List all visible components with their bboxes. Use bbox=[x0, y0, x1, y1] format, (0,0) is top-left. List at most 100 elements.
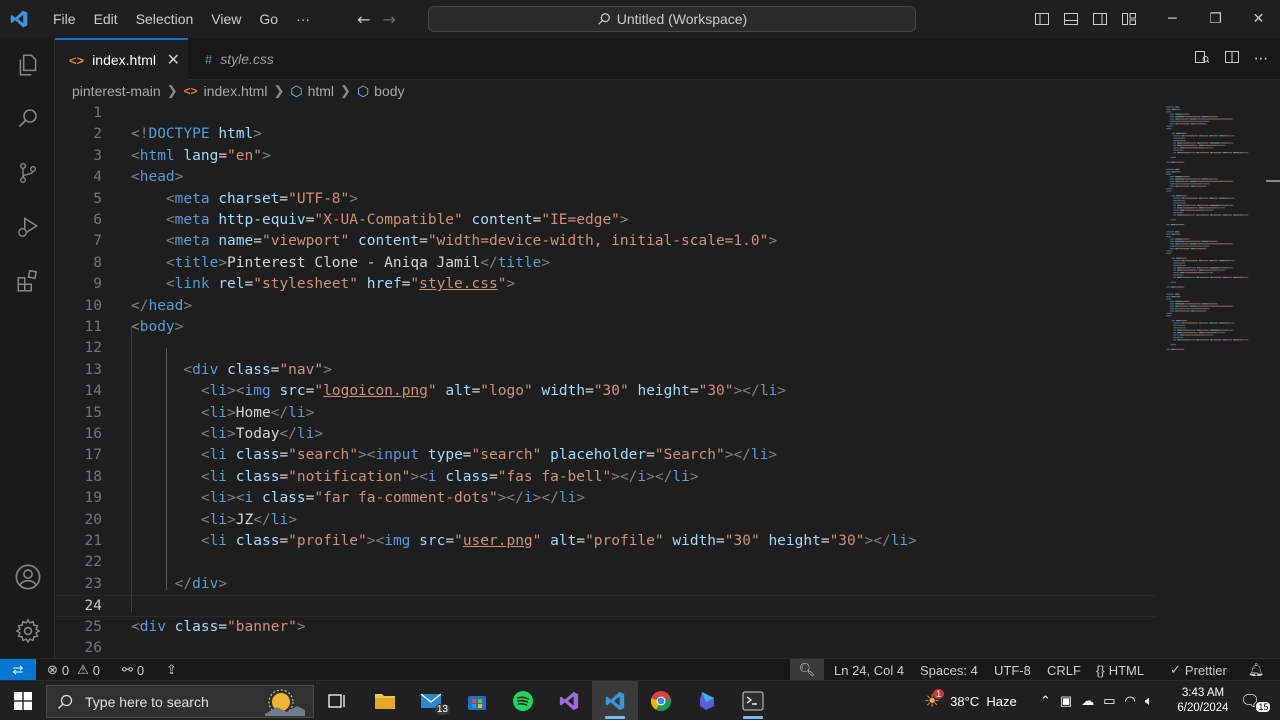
code-line[interactable]: 26 bbox=[55, 638, 1155, 658]
notification-center-icon[interactable]: 🗨︎ 15 bbox=[1240, 681, 1271, 720]
breadcrumb-file[interactable]: index.html bbox=[204, 83, 268, 99]
code-line[interactable]: 14 <li><img src="logoicon.png" alt="logo… bbox=[55, 381, 1155, 402]
code-line[interactable]: 1 bbox=[55, 103, 1155, 124]
code-line[interactable]: 11 <body> bbox=[55, 317, 1155, 338]
code-line[interactable]: 23 </div> bbox=[55, 574, 1155, 595]
start-button-icon[interactable] bbox=[0, 681, 46, 720]
zoom-icon[interactable]: 🔍︎ bbox=[790, 659, 824, 681]
code-line[interactable]: 18 <li class="notification"><i class="fa… bbox=[55, 467, 1155, 488]
volume-icon[interactable]: 🔈︎ bbox=[1145, 693, 1153, 709]
notifications-bell-icon[interactable]: 🔔︎ bbox=[1248, 659, 1265, 681]
minimap-token bbox=[1170, 120, 1176, 122]
menu-view[interactable]: View bbox=[202, 0, 250, 38]
minimap-token bbox=[1176, 245, 1203, 247]
code-line[interactable]: 7 <meta name="viewport" content="width=d… bbox=[55, 231, 1155, 252]
visual-studio-icon[interactable] bbox=[546, 681, 592, 720]
search-icon[interactable] bbox=[0, 96, 55, 142]
code-editor[interactable]: 1 2 <!DOCTYPE html> 3 <html lang="en"> 4 <head… bbox=[55, 102, 1280, 658]
code-line[interactable]: 10 </head> bbox=[55, 296, 1155, 317]
code-line[interactable]: 19 <li><i class="far fa-comment-dots"></… bbox=[55, 488, 1155, 509]
forward-arrow-icon[interactable]: → bbox=[382, 10, 395, 29]
menu-file[interactable]: File bbox=[44, 0, 85, 38]
maximize-icon[interactable]: ❐ bbox=[1194, 0, 1237, 38]
clock[interactable]: 3:43 AM 6/20/2024 bbox=[1176, 681, 1230, 720]
scrollbar[interactable] bbox=[1266, 180, 1280, 182]
terminal-icon[interactable] bbox=[730, 681, 776, 720]
code-token: li bbox=[209, 426, 228, 442]
code-line[interactable]: 9 <link rel="stylesheet" href="style.css… bbox=[55, 274, 1155, 295]
indentation[interactable]: Spaces: 4 bbox=[920, 659, 978, 681]
toggle-primary-sidebar-icon[interactable] bbox=[1027, 0, 1056, 38]
split-editor-icon[interactable] bbox=[1224, 49, 1240, 69]
open-preview-icon[interactable] bbox=[1194, 49, 1210, 69]
code-line[interactable]: 6 <meta http-equiv="X-UA-Compatible" con… bbox=[55, 210, 1155, 231]
meet-now-icon[interactable]: ▣ bbox=[1060, 693, 1072, 709]
more-actions-icon[interactable]: ··· bbox=[1254, 50, 1268, 68]
prettier-status[interactable]: ✓ Prettier bbox=[1170, 659, 1227, 681]
copilot-icon[interactable] bbox=[684, 681, 730, 720]
minimap[interactable] bbox=[1162, 102, 1280, 658]
code-line[interactable]: 21 <li class="profile"><img src="user.pn… bbox=[55, 531, 1155, 552]
code-line[interactable]: 4 <head> bbox=[55, 167, 1155, 188]
code-line[interactable]: 5 <meta charset="UTF-8"> bbox=[55, 189, 1155, 210]
toggle-panel-icon[interactable] bbox=[1056, 0, 1085, 38]
onedrive-icon[interactable]: ☁︎ bbox=[1081, 693, 1094, 709]
breadcrumb-symbol-body[interactable]: body bbox=[374, 83, 404, 99]
code-line[interactable]: 12 bbox=[55, 338, 1155, 359]
extensions-icon[interactable] bbox=[0, 258, 55, 304]
menu-go[interactable]: Go bbox=[250, 0, 287, 38]
manage-gear-icon[interactable] bbox=[0, 608, 55, 654]
ports-indicator[interactable]: ⚯ 0 bbox=[122, 659, 144, 681]
menu-more[interactable]: ··· bbox=[287, 0, 319, 38]
task-view-icon[interactable] bbox=[314, 681, 360, 720]
file-explorer-icon[interactable] bbox=[362, 681, 408, 720]
toggle-secondary-sidebar-icon[interactable] bbox=[1085, 0, 1114, 38]
menu-selection[interactable]: Selection bbox=[127, 0, 203, 38]
code-line[interactable]: 2 <!DOCTYPE html> bbox=[55, 124, 1155, 145]
customize-layout-icon[interactable] bbox=[1114, 0, 1143, 38]
end-of-line[interactable]: CRLF bbox=[1047, 659, 1081, 681]
vscode-icon[interactable] bbox=[592, 681, 638, 720]
code-line[interactable]: 25 <div class="banner"> bbox=[55, 617, 1155, 638]
code-line[interactable]: 22 bbox=[55, 552, 1155, 573]
live-share-icon[interactable]: ⇪ bbox=[166, 659, 177, 681]
code-line[interactable]: 15 <li>Home</li> bbox=[55, 403, 1155, 424]
store-icon[interactable] bbox=[454, 681, 500, 720]
back-arrow-icon[interactable]: ← bbox=[357, 10, 370, 29]
code-token: = bbox=[471, 383, 481, 400]
code-line[interactable]: 16 <li>Today</li> bbox=[55, 424, 1155, 445]
breadcrumb-folder[interactable]: pinterest-main bbox=[72, 83, 161, 99]
menu-edit[interactable]: Edit bbox=[85, 0, 127, 38]
problems-indicator[interactable]: ⊗ 0 ⚠ 0 bbox=[47, 659, 100, 681]
explorer-icon[interactable] bbox=[0, 42, 55, 88]
wifi-icon[interactable]: ◠ bbox=[1125, 693, 1136, 709]
accounts-icon[interactable] bbox=[0, 554, 55, 600]
weather-widget[interactable]: ☀︎ 1 38°C Haze bbox=[924, 681, 1017, 720]
code-line[interactable]: 13 <div class="nav"> bbox=[55, 360, 1155, 381]
tab-style-css[interactable]: # style.css bbox=[189, 38, 324, 80]
breadcrumb-symbol-html[interactable]: html bbox=[308, 83, 334, 99]
taskbar-search-input[interactable]: Type here to search bbox=[46, 685, 314, 718]
code-line[interactable]: 3 <html lang="en"> bbox=[55, 146, 1155, 167]
code-line[interactable]: 17 <li class="search"><input type="searc… bbox=[55, 445, 1155, 466]
run-debug-icon[interactable] bbox=[0, 204, 55, 250]
encoding[interactable]: UTF-8 bbox=[994, 659, 1031, 681]
code-line[interactable]: 8 <title>Pinterest Clone - Aniqa Jamil</… bbox=[55, 253, 1155, 274]
battery-icon[interactable]: ▭ bbox=[1103, 693, 1115, 709]
chrome-icon[interactable] bbox=[638, 681, 684, 720]
code-line[interactable]: 24 bbox=[55, 595, 1155, 617]
tab-index-html[interactable]: <> index.html ✕ bbox=[55, 38, 188, 80]
remote-indicator-icon[interactable]: ⇄ bbox=[0, 659, 36, 681]
cursor-position[interactable]: Ln 24, Col 4 bbox=[834, 659, 904, 681]
close-tab-icon[interactable]: ✕ bbox=[167, 50, 180, 70]
command-center[interactable]: Untitled (Workspace) bbox=[428, 6, 916, 32]
language-mode[interactable]: {} HTML bbox=[1096, 659, 1144, 681]
minimap-token bbox=[1171, 132, 1173, 134]
mail-icon[interactable]: 13 bbox=[408, 681, 454, 720]
code-line[interactable]: 20 <li>JZ</li> bbox=[55, 510, 1155, 531]
close-icon[interactable]: ✕ bbox=[1237, 0, 1280, 38]
spotify-icon[interactable] bbox=[500, 681, 546, 720]
source-control-icon[interactable] bbox=[0, 150, 55, 196]
minimize-icon[interactable]: ─ bbox=[1151, 0, 1194, 38]
show-hidden-icons-icon[interactable]: ⌃ bbox=[1040, 693, 1051, 709]
